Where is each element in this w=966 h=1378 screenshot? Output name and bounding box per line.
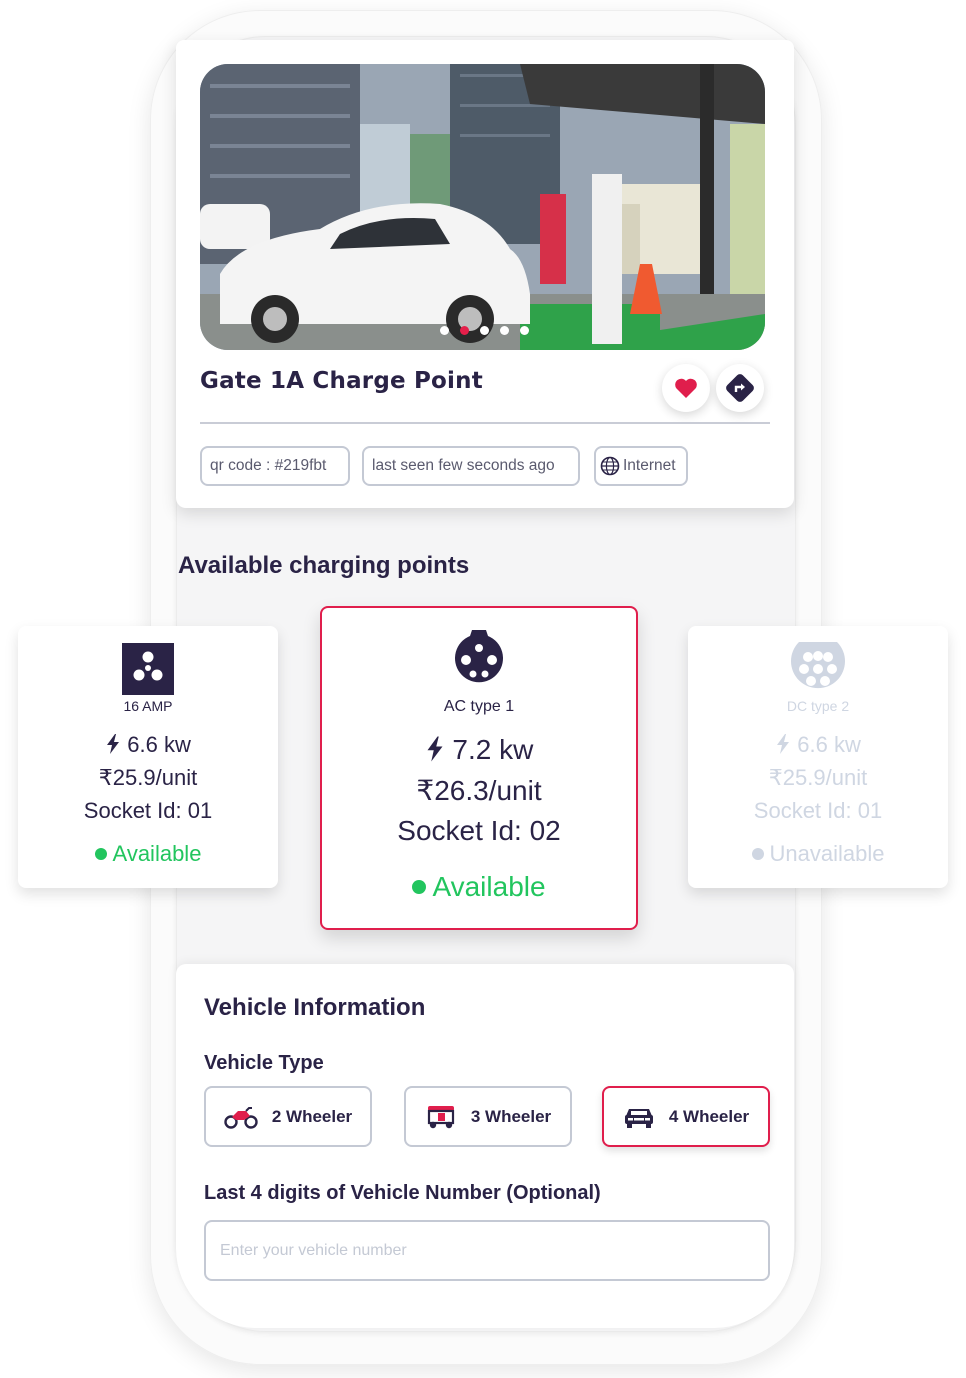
- power-value: 6.6 kw: [797, 732, 861, 757]
- carousel-dots[interactable]: [440, 326, 529, 335]
- vehicle-type-label: Vehicle Type: [204, 1052, 324, 1074]
- status-text: Available: [112, 841, 202, 866]
- directions-button[interactable]: [716, 364, 764, 412]
- vehicle-number-input[interactable]: [204, 1220, 770, 1281]
- carousel-dot[interactable]: [480, 326, 489, 335]
- status-text: Unavailable: [769, 841, 885, 866]
- last-seen-chip: last seen few seconds ago: [362, 446, 580, 486]
- ac-type1-plug-icon: [455, 630, 503, 683]
- auto-rickshaw-icon: [427, 1105, 454, 1128]
- bolt-icon: [107, 734, 120, 754]
- charging-point-type: DC type 2: [786, 698, 850, 714]
- status-text: Available: [432, 871, 546, 902]
- vehicle-number-label: Last 4 digits of Vehicle Number (Optiona…: [204, 1182, 601, 1204]
- charging-point-type: AC type 1: [443, 698, 515, 715]
- charging-point-socket: Socket Id: 02: [397, 815, 561, 846]
- charging-point-price: ₹25.9/unit: [98, 765, 198, 790]
- charging-point-price: ₹26.3/unit: [416, 775, 542, 806]
- connectivity-text: Internet: [623, 457, 676, 474]
- status-dot: [751, 848, 764, 860]
- globe-icon: [600, 456, 620, 476]
- charging-point-socket: Socket Id: 01: [83, 798, 213, 823]
- power-value: 7.2 kw: [452, 734, 534, 765]
- vehicle-type-2-wheeler[interactable]: 2 Wheeler: [204, 1086, 372, 1147]
- station-photo[interactable]: [200, 64, 765, 350]
- directions-icon: [726, 374, 754, 402]
- qr-code-chip: qr code : #219fbt: [200, 446, 350, 486]
- motorcycle-icon: [224, 1106, 258, 1129]
- vehicle-type-label-text: 3 Wheeler: [470, 1106, 552, 1126]
- station-photo-image: [200, 64, 765, 350]
- divider: [200, 422, 770, 424]
- charging-point-power: 7.2 kw: [322, 734, 636, 766]
- carousel-dot-active[interactable]: [460, 326, 469, 335]
- car-icon: [624, 1108, 653, 1128]
- vehicle-type-label-text: 4 Wheeler: [668, 1106, 750, 1126]
- carousel-dot[interactable]: [440, 326, 449, 335]
- qr-code-text: qr code : #219fbt: [210, 457, 327, 474]
- station-card: Gate 1A Charge Point qr code : #219fbt l…: [176, 40, 794, 508]
- charging-point-power: 6.6 kw: [18, 732, 278, 758]
- charging-point-card-1[interactable]: 16 AMP 6.6 kw ₹25.9/unit Socket Id: 01 A…: [18, 626, 278, 888]
- heart-icon: [675, 378, 697, 398]
- charging-points-heading: Available charging points: [178, 552, 470, 579]
- bolt-icon: [777, 734, 790, 754]
- status-dot: [94, 848, 107, 860]
- power-value: 6.6 kw: [127, 732, 191, 757]
- favorite-button[interactable]: [662, 364, 710, 412]
- charging-point-card-2[interactable]: AC type 1 7.2 kw ₹26.3/unit Socket Id: 0…: [320, 606, 638, 930]
- vehicle-info-title: Vehicle Information: [204, 994, 426, 1021]
- charging-point-socket: Socket Id: 01: [753, 798, 883, 823]
- station-title: Gate 1A Charge Point: [200, 368, 483, 394]
- vehicle-type-3-wheeler[interactable]: 3 Wheeler: [404, 1086, 572, 1147]
- charging-point-card-3[interactable]: DC type 2 6.6 kw ₹25.9/unit Socket Id: 0…: [688, 626, 948, 888]
- carousel-dot[interactable]: [500, 326, 509, 335]
- charging-point-status: Available: [322, 871, 636, 903]
- vehicle-type-4-wheeler[interactable]: 4 Wheeler: [602, 1086, 770, 1147]
- connectivity-chip: Internet: [594, 446, 688, 486]
- vehicle-type-label-text: 2 Wheeler: [271, 1106, 353, 1126]
- bolt-icon: [427, 736, 443, 762]
- last-seen-text: last seen few seconds ago: [372, 457, 555, 474]
- charging-point-power: 6.6 kw: [688, 732, 948, 758]
- charging-point-price: ₹25.9/unit: [768, 765, 868, 790]
- charging-point-status: Available: [18, 841, 278, 867]
- 16-amp-plug-icon: [122, 643, 174, 695]
- carousel-dot[interactable]: [520, 326, 529, 335]
- charging-point-type: 16 AMP: [123, 698, 173, 714]
- status-dot: [412, 880, 427, 894]
- dc-type2-plug-icon: [791, 642, 845, 689]
- charging-point-status: Unavailable: [688, 841, 948, 867]
- vehicle-info-card: Vehicle Information Vehicle Type 2 Wheel…: [176, 964, 794, 1328]
